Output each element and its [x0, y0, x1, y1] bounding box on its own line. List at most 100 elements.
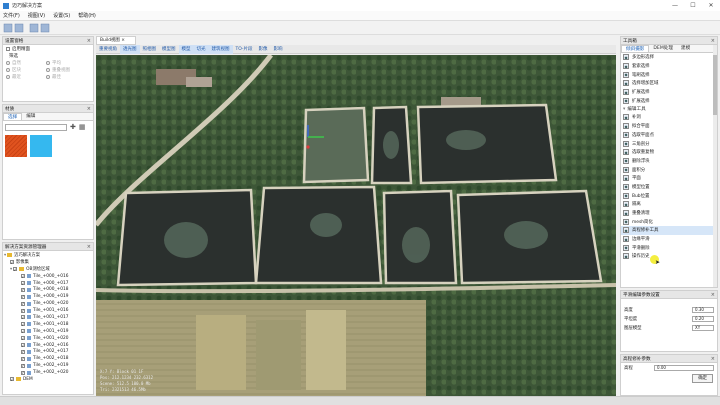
tree-item[interactable]: ✓ Tile_+000_+016: [3, 273, 93, 280]
collapse-icon[interactable]: ▾: [4, 253, 6, 258]
undo-icon[interactable]: [29, 23, 39, 33]
tree-checkbox[interactable]: ✓: [21, 322, 25, 327]
tool-item[interactable]: ◆ 扩展选择: [621, 88, 717, 97]
view-tab-5[interactable]: 切光: [193, 44, 209, 54]
collapse-icon[interactable]: ▾: [10, 267, 12, 272]
tool-item[interactable]: ◆ 边缘平滑: [621, 235, 717, 244]
radio-block[interactable]: [6, 67, 10, 72]
close-icon[interactable]: ×: [711, 292, 715, 298]
collapse-icon[interactable]: ▾: [623, 107, 625, 112]
enable-checkbox-row[interactable]: 启用精面: [3, 45, 93, 52]
tool-item[interactable]: ◆ 删除浮块: [621, 157, 717, 166]
material-swatch-orange[interactable]: [5, 135, 27, 157]
tab-select[interactable]: 选择: [3, 113, 23, 120]
menu-view[interactable]: 视图(V): [28, 12, 45, 19]
add-icon[interactable]: ✚: [70, 123, 76, 131]
tool-item[interactable]: ◆ 补洞: [621, 113, 717, 122]
tree-item[interactable]: ✓ Tile_+002_+018: [3, 355, 93, 362]
close-icon[interactable]: ×: [87, 106, 91, 112]
close-icon[interactable]: ×: [87, 244, 91, 250]
material-swatch-blue[interactable]: [30, 135, 52, 157]
tree-item[interactable]: ✓ Tile_+001_+016: [3, 307, 93, 314]
tree-item[interactable]: ✓ Tile_+000_+020: [3, 300, 93, 307]
tree-checkbox[interactable]: ✓: [21, 363, 25, 368]
tool-item[interactable]: ◆ 操作历史: [621, 252, 717, 261]
tree-checkbox[interactable]: ✓: [21, 356, 25, 361]
tree-checkbox[interactable]: ✓: [21, 281, 25, 286]
view-tab-0[interactable]: 重要视角: [96, 45, 120, 54]
pond[interactable]: [416, 103, 558, 185]
tree-group[interactable]: ▾ ✓ OB测绘区域: [3, 266, 93, 273]
view-tab-4[interactable]: 模型: [178, 44, 194, 54]
view-tab-7[interactable]: TO-片段: [233, 45, 256, 54]
menu-settings[interactable]: 设置(S): [53, 12, 70, 19]
radio-natural[interactable]: [6, 60, 10, 65]
radio-overlap[interactable]: [46, 67, 50, 72]
tree-item[interactable]: ✓ Tile_+001_+018: [3, 321, 93, 328]
view-tab-9[interactable]: 影响: [271, 45, 286, 54]
tool-item[interactable]: ◆ mesh简化: [621, 217, 717, 226]
radio-best[interactable]: [46, 74, 50, 79]
save-icon[interactable]: [14, 23, 24, 33]
tool-item[interactable]: ◆ 多边形选择: [621, 53, 717, 62]
view-tab-8[interactable]: 影像: [256, 45, 271, 54]
close-icon[interactable]: ×: [87, 38, 91, 44]
edit-tools-section[interactable]: ▾ 编辑工具: [621, 105, 717, 113]
tree-item[interactable]: ✓ Tile_+001_+020: [3, 335, 93, 342]
tool-item[interactable]: ◆ Bub位置: [621, 191, 717, 200]
scene-canvas[interactable]: X:7 Y: Block 01 1F Pos: 212.1234 232.631…: [96, 55, 616, 396]
flatness-input[interactable]: 0.20: [692, 315, 714, 322]
tree-checkbox[interactable]: ✓: [21, 349, 25, 354]
tree-item[interactable]: ✓ Tile_+001_+017: [3, 314, 93, 321]
tree-checkbox[interactable]: ✓: [21, 308, 25, 313]
redo-icon[interactable]: [40, 23, 50, 33]
tree-checkbox[interactable]: ✓: [21, 294, 25, 299]
document-tab[interactable]: Build视图 ×: [96, 36, 136, 45]
height-input[interactable]: 0.30: [692, 306, 714, 313]
tree-item[interactable]: ✓ Tile_+002_+016: [3, 342, 93, 349]
confirm-button[interactable]: 确定: [692, 374, 713, 383]
pond-selected[interactable]: [302, 106, 370, 184]
tree-item[interactable]: ✓ Tile_+000_+019: [3, 293, 93, 300]
tool-item[interactable]: ◆ 隔离: [621, 200, 717, 209]
tree-checkbox[interactable]: ✓: [21, 274, 25, 279]
tree-dem[interactable]: ✓ DEM: [3, 376, 93, 383]
menu-file[interactable]: 文件(F): [3, 12, 20, 19]
tab-edit[interactable]: 编辑: [22, 113, 39, 120]
radio-average[interactable]: [46, 60, 50, 65]
close-icon[interactable]: ×: [711, 38, 715, 44]
gizmo-x-handle[interactable]: [306, 145, 310, 149]
tree-item[interactable]: ✓ Tile_+000_+017: [3, 280, 93, 287]
tab-modeling[interactable]: 建模: [677, 45, 694, 52]
open-icon[interactable]: [3, 23, 13, 33]
3d-viewport[interactable]: X:7 Y: Block 01 1F Pos: 212.1234 232.631…: [96, 55, 616, 396]
radio-nearest[interactable]: [6, 74, 10, 79]
tool-item[interactable]: ◆ 高程修补工具: [621, 226, 717, 235]
tool-item[interactable]: ◆ 平面: [621, 174, 717, 183]
view-tab-2[interactable]: 照相图: [140, 45, 160, 54]
tree-checkbox[interactable]: ✓: [21, 370, 25, 375]
view-tab-6[interactable]: 建筑视图: [208, 44, 233, 54]
toolbox-scrollbar[interactable]: [713, 45, 717, 287]
tool-item[interactable]: ◆ 选取平面点: [621, 131, 717, 140]
maximize-icon[interactable]: ☐: [684, 0, 702, 11]
tree-root[interactable]: ▾ 迈巧解决方案: [3, 252, 93, 259]
tree-checkbox[interactable]: ✓: [10, 377, 14, 382]
tool-item[interactable]: ◆ 拟合平面: [621, 122, 717, 131]
tree-checkbox[interactable]: ✓: [13, 267, 18, 272]
tree-checkbox[interactable]: ✓: [21, 343, 25, 348]
tab-dem[interactable]: DEM处理: [649, 45, 677, 52]
tree-item[interactable]: ✓ Tile_+002_+020: [3, 369, 93, 376]
tool-item[interactable]: ◆ 选取重复物: [621, 148, 717, 157]
tool-item[interactable]: ◆ 选择增加区域: [621, 79, 717, 88]
material-dropdown[interactable]: [5, 123, 67, 131]
tree-item[interactable]: ✓ Tile_+000_+018: [3, 286, 93, 293]
tool-item[interactable]: ◆ 模型位置: [621, 183, 717, 192]
tool-item[interactable]: ◆ 扩展选择: [621, 96, 717, 105]
tree-checkbox[interactable]: ✓: [21, 329, 25, 334]
grid-icon[interactable]: ▦: [79, 123, 86, 131]
tool-item[interactable]: ◆ 套索选择: [621, 62, 717, 71]
view-tab-1[interactable]: 透光图: [120, 44, 140, 54]
scroll-thumb[interactable]: [713, 55, 717, 115]
tree-layer[interactable]: ✓ 影像集: [3, 259, 93, 266]
